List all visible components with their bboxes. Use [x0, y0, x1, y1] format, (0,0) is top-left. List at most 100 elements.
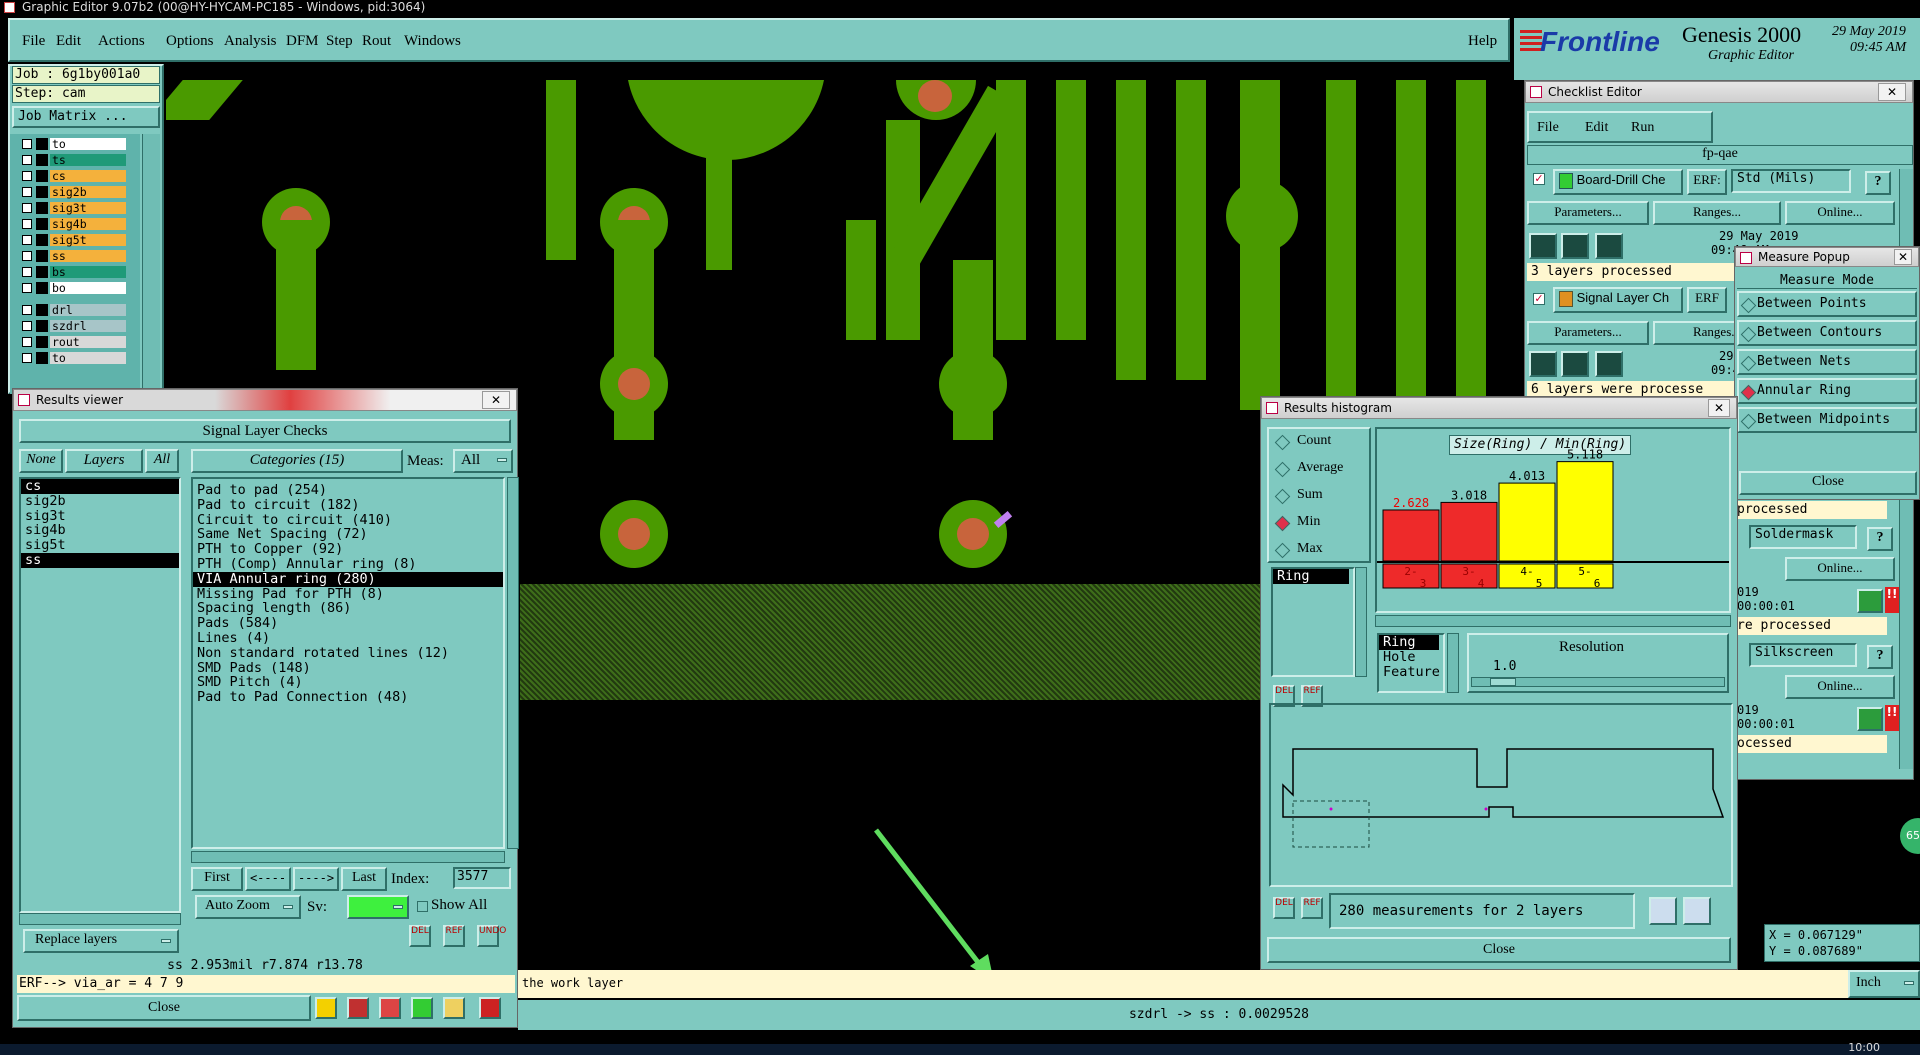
layer-name[interactable]: sig4b: [50, 218, 126, 230]
layers-button[interactable]: Layers: [65, 449, 143, 473]
check-4-online-button[interactable]: Online...: [1785, 675, 1895, 699]
refresh-icon[interactable]: REF: [443, 925, 465, 947]
category-item[interactable]: VIA Annular ring (280): [193, 571, 503, 587]
results-category-list[interactable]: Pad to pad (254) Pad to circuit (182) Circ…: [191, 477, 505, 849]
aggregate-option-max[interactable]: Max: [1297, 541, 1323, 557]
layers-none-button[interactable]: None: [19, 449, 63, 473]
results-layer-item[interactable]: ss: [21, 553, 179, 568]
menu-step[interactable]: Step: [326, 30, 353, 52]
aggregate-option-average[interactable]: Average: [1297, 460, 1343, 476]
check-2-parameters-button[interactable]: Parameters...: [1527, 321, 1649, 345]
results-layer-item[interactable]: sig4b: [21, 523, 179, 538]
layer-list-scrollbar[interactable]: [142, 134, 160, 394]
layer-name[interactable]: drl: [50, 304, 126, 316]
layer-checkbox[interactable]: [22, 203, 32, 213]
menu-rout[interactable]: Rout: [362, 30, 391, 52]
layer-name[interactable]: ts: [50, 154, 126, 166]
category-item[interactable]: Pad to Pad Connection (48): [193, 690, 503, 705]
check-1-erf-value[interactable]: Std (Mils): [1731, 169, 1851, 193]
measure-titlebar[interactable]: Measure Popup ✕: [1735, 247, 1919, 267]
layer-checkbox[interactable]: [22, 187, 32, 197]
aggregate-option-sum[interactable]: Sum: [1297, 487, 1323, 503]
category-item[interactable]: Spacing length (86): [193, 601, 503, 616]
tool-icon-5[interactable]: [443, 997, 465, 1019]
delete-icon[interactable]: DEL: [1273, 897, 1295, 919]
histogram-titlebar[interactable]: Results histogram ✕: [1261, 397, 1737, 419]
notification-badge[interactable]: 65: [1900, 818, 1920, 854]
menu-actions[interactable]: Actions: [98, 30, 145, 52]
results-layer-item[interactable]: sig3t: [21, 508, 179, 524]
menu-file[interactable]: File: [22, 30, 45, 52]
category-item[interactable]: Pad to circuit (182): [193, 497, 503, 513]
results-category-hscrollbar[interactable]: [191, 851, 505, 863]
prev-button[interactable]: <----: [245, 867, 291, 891]
categories-button[interactable]: Categories (15): [191, 449, 403, 473]
histogram-icon[interactable]: [479, 997, 501, 1019]
job-matrix-button[interactable]: Job Matrix ...: [12, 106, 160, 128]
layer-name[interactable]: sig5t: [50, 234, 126, 246]
histogram-bar[interactable]: [1556, 461, 1614, 562]
checklist-titlebar[interactable]: Checklist Editor ✕: [1525, 81, 1913, 103]
check-2-erf-value[interactable]: ERF: [1687, 287, 1727, 313]
layer-checkbox[interactable]: [22, 251, 32, 261]
category-item[interactable]: SMD Pads (148): [193, 660, 503, 676]
refresh-icon[interactable]: REF: [1301, 897, 1323, 919]
meas-dropdown[interactable]: All: [453, 449, 513, 473]
alert-icon[interactable]: !!: [1885, 587, 1899, 613]
layer-checkbox[interactable]: [22, 305, 32, 315]
alert-icon[interactable]: !!: [1885, 705, 1899, 731]
show-all-checkbox[interactable]: [417, 901, 428, 912]
aggregate-option-count[interactable]: Count: [1297, 433, 1331, 449]
close-icon[interactable]: ✕: [1708, 399, 1730, 417]
export-icon[interactable]: [1649, 897, 1677, 925]
close-icon[interactable]: ✕: [1878, 83, 1906, 101]
field-ring[interactable]: Ring: [1273, 569, 1349, 584]
category-item[interactable]: Missing Pad for PTH (8): [193, 586, 503, 602]
menu-options[interactable]: Options: [166, 30, 214, 52]
next-button[interactable]: ---->: [293, 867, 339, 891]
layer-name[interactable]: sig3t: [50, 202, 126, 214]
measure-mode-between-midpoints[interactable]: Between Midpoints: [1737, 407, 1917, 433]
layer-checkbox[interactable]: [22, 139, 32, 149]
results-category-scrollbar[interactable]: [507, 477, 519, 849]
help-icon[interactable]: ?: [1867, 527, 1893, 551]
axis-field-ring[interactable]: Ring: [1379, 635, 1439, 650]
layer-name[interactable]: bs: [50, 266, 126, 278]
histogram-bar[interactable]: [1440, 501, 1498, 562]
menu-edit[interactable]: Edit: [56, 30, 81, 52]
swap-icon[interactable]: [1683, 897, 1711, 925]
run-stop-icon[interactable]: [1595, 351, 1623, 377]
layer-checkbox[interactable]: [22, 321, 32, 331]
category-item[interactable]: Pads (584): [193, 616, 503, 631]
layer-checkbox[interactable]: [22, 267, 32, 277]
check-2-button[interactable]: Signal Layer Ch: [1553, 287, 1683, 313]
results-layer-item[interactable]: sig2b: [21, 493, 179, 509]
axis-field-scrollbar[interactable]: [1447, 633, 1459, 693]
replace-layers-dropdown[interactable]: Replace layers: [23, 929, 179, 953]
measure-close-button[interactable]: Close: [1739, 471, 1917, 495]
run-icon[interactable]: [1529, 233, 1557, 259]
layer-name[interactable]: rout: [50, 336, 126, 348]
category-item[interactable]: PTH to Copper (92): [193, 542, 503, 557]
radio-icon[interactable]: [1274, 461, 1291, 478]
undo-icon[interactable]: UNDO: [477, 925, 506, 947]
tool-icon-2[interactable]: [347, 997, 369, 1019]
category-item[interactable]: Same Net Spacing (72): [193, 527, 503, 542]
auto-zoom-dropdown[interactable]: Auto Zoom: [195, 895, 301, 919]
index-input[interactable]: 3577: [453, 867, 511, 889]
last-button[interactable]: Last: [341, 867, 387, 891]
category-item[interactable]: Pad to pad (254): [193, 483, 503, 498]
layer-checkbox[interactable]: [22, 235, 32, 245]
measure-mode-between-points[interactable]: Between Points: [1737, 291, 1917, 317]
layer-checkbox[interactable]: [22, 283, 32, 293]
tool-icon-1[interactable]: [315, 997, 337, 1019]
layers-all-button[interactable]: All: [145, 449, 179, 473]
sv-color-dropdown[interactable]: [347, 895, 409, 919]
help-icon[interactable]: ?: [1867, 645, 1893, 669]
radio-icon[interactable]: [1274, 515, 1291, 532]
units-dropdown[interactable]: Inch: [1848, 970, 1920, 998]
radio-icon[interactable]: [1274, 488, 1291, 505]
layer-checkbox[interactable]: [22, 155, 32, 165]
menu-analysis[interactable]: Analysis: [224, 30, 277, 52]
measure-mode-annular-ring[interactable]: Annular Ring: [1737, 378, 1917, 404]
